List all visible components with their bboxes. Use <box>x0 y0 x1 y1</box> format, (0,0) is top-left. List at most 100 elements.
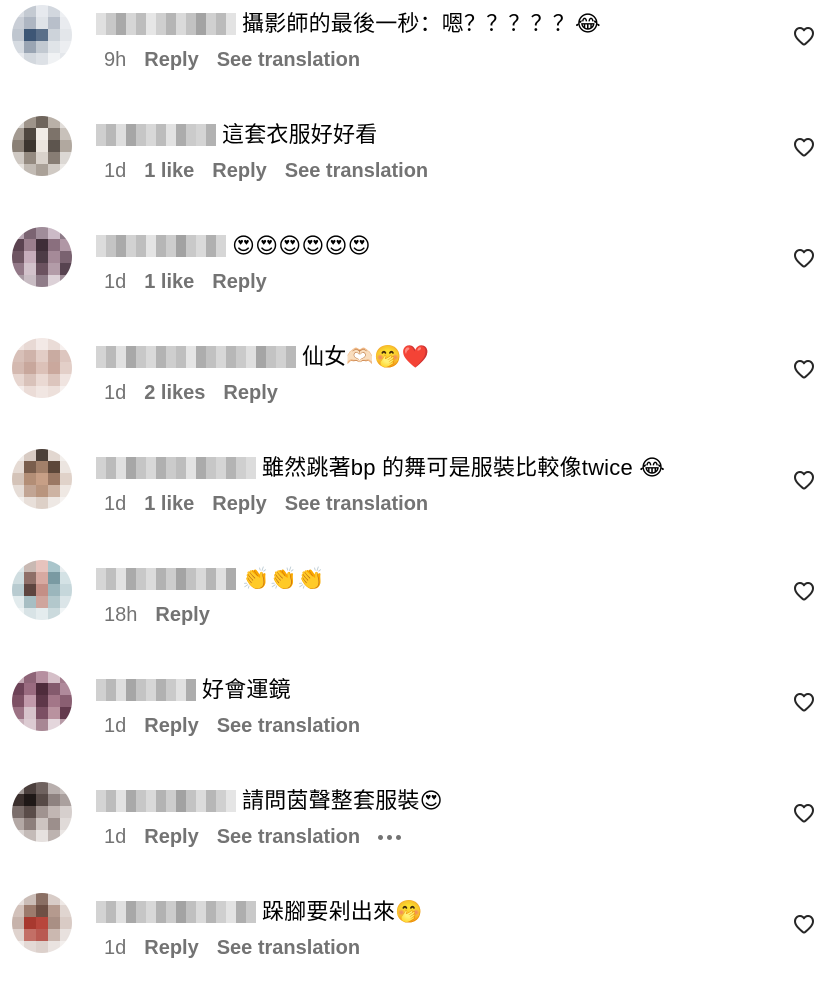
username-pixel <box>126 13 136 35</box>
username-pixel <box>146 568 156 590</box>
see-translation-button[interactable]: See translation <box>217 49 360 72</box>
heart-outline-icon[interactable] <box>792 801 816 825</box>
avatar-pixel <box>24 461 36 473</box>
likes-count[interactable]: 1 like <box>144 493 194 516</box>
avatar-pixel <box>48 905 60 917</box>
username-pixel <box>206 235 216 257</box>
username-blurred[interactable] <box>96 235 226 257</box>
username-pixel <box>166 679 176 701</box>
username-pixel <box>186 346 196 368</box>
reply-button[interactable]: Reply <box>155 604 209 627</box>
comment-body: 這套衣服好好看 1d 1 like Reply See translation <box>96 117 776 185</box>
avatar-pixel <box>36 683 48 695</box>
comment-meta: 1d Reply See translation <box>104 934 776 962</box>
avatar-pixel <box>36 350 48 362</box>
heart-outline-icon[interactable] <box>792 912 816 936</box>
reply-button[interactable]: Reply <box>212 160 266 183</box>
reply-button[interactable]: Reply <box>144 826 198 849</box>
username-pixel <box>166 457 176 479</box>
comment-text: 好會運鏡 <box>202 677 291 702</box>
avatar-pixel <box>48 485 60 497</box>
comment-text: 攝影師的最後一秒：嗯？？？？？😂 <box>242 11 601 36</box>
avatar[interactable] <box>12 560 72 620</box>
see-translation-button[interactable]: See translation <box>217 715 360 738</box>
avatar[interactable] <box>12 227 72 287</box>
reply-button[interactable]: Reply <box>212 271 266 294</box>
heart-outline-icon[interactable] <box>792 357 816 381</box>
avatar-pixel <box>36 485 48 497</box>
heart-outline-icon[interactable] <box>792 24 816 48</box>
avatar-pixel <box>12 941 24 953</box>
avatar-pixel <box>48 251 60 263</box>
see-translation-button[interactable]: See translation <box>285 493 428 516</box>
avatar[interactable] <box>12 5 72 65</box>
username-pixel <box>126 124 136 146</box>
avatar-pixel <box>24 263 36 275</box>
username-pixel <box>116 346 126 368</box>
username-blurred[interactable] <box>96 568 236 590</box>
username-blurred[interactable] <box>96 901 256 923</box>
avatar-pixel <box>12 584 24 596</box>
likes-count[interactable]: 1 like <box>144 160 194 183</box>
username-pixel <box>116 235 126 257</box>
avatar-pixel <box>12 695 24 707</box>
avatar-pixel <box>48 695 60 707</box>
username-blurred[interactable] <box>96 13 236 35</box>
heart-outline-icon[interactable] <box>792 579 816 603</box>
avatar[interactable] <box>12 671 72 731</box>
comment-meta: 18h Reply <box>104 601 776 629</box>
avatar-pixel <box>36 227 48 239</box>
avatar-pixel <box>48 29 60 41</box>
username-pixel <box>106 457 116 479</box>
reply-button[interactable]: Reply <box>223 382 277 405</box>
avatar-pixel <box>48 671 60 683</box>
avatar-pixel <box>60 671 72 683</box>
avatar[interactable] <box>12 893 72 953</box>
heart-outline-icon[interactable] <box>792 690 816 714</box>
more-options-icon[interactable] <box>378 827 402 847</box>
avatar[interactable] <box>12 782 72 842</box>
comment-body: 😍😍😍😍😍😍 1d 1 like Reply <box>96 228 776 296</box>
avatar[interactable] <box>12 338 72 398</box>
username-pixel <box>236 901 246 923</box>
username-pixel <box>206 124 216 146</box>
avatar-pixel <box>48 806 60 818</box>
username-blurred[interactable] <box>96 124 216 146</box>
reply-button[interactable]: Reply <box>212 493 266 516</box>
likes-count[interactable]: 2 likes <box>144 382 205 405</box>
username-blurred[interactable] <box>96 457 256 479</box>
see-translation-button[interactable]: See translation <box>285 160 428 183</box>
username-pixel <box>226 346 236 368</box>
username-pixel <box>166 901 176 923</box>
see-translation-button[interactable]: See translation <box>217 937 360 960</box>
avatar-pixel <box>60 386 72 398</box>
avatar[interactable] <box>12 449 72 509</box>
reply-button[interactable]: Reply <box>144 49 198 72</box>
avatar-pixel <box>24 164 36 176</box>
reply-button[interactable]: Reply <box>144 937 198 960</box>
heart-outline-icon[interactable] <box>792 468 816 492</box>
username-pixel <box>156 124 166 146</box>
avatar-pixel <box>12 473 24 485</box>
see-translation-button[interactable]: See translation <box>217 826 360 849</box>
avatar-pixel <box>60 227 72 239</box>
username-blurred[interactable] <box>96 346 296 368</box>
avatar-pixel <box>48 719 60 731</box>
comment-meta: 1d 2 likes Reply <box>104 379 776 407</box>
username-pixel <box>106 235 116 257</box>
likes-count[interactable]: 1 like <box>144 271 194 294</box>
avatar-pixel <box>12 17 24 29</box>
avatar-pixel <box>24 905 36 917</box>
username-pixel <box>126 901 136 923</box>
comment-timestamp: 18h <box>104 603 138 626</box>
avatar[interactable] <box>12 116 72 176</box>
username-blurred[interactable] <box>96 790 236 812</box>
heart-outline-icon[interactable] <box>792 246 816 270</box>
avatar-pixel <box>12 461 24 473</box>
avatar-pixel <box>60 941 72 953</box>
reply-button[interactable]: Reply <box>144 715 198 738</box>
heart-outline-icon[interactable] <box>792 135 816 159</box>
avatar-pixel <box>12 449 24 461</box>
avatar-pixel <box>24 152 36 164</box>
username-blurred[interactable] <box>96 679 196 701</box>
